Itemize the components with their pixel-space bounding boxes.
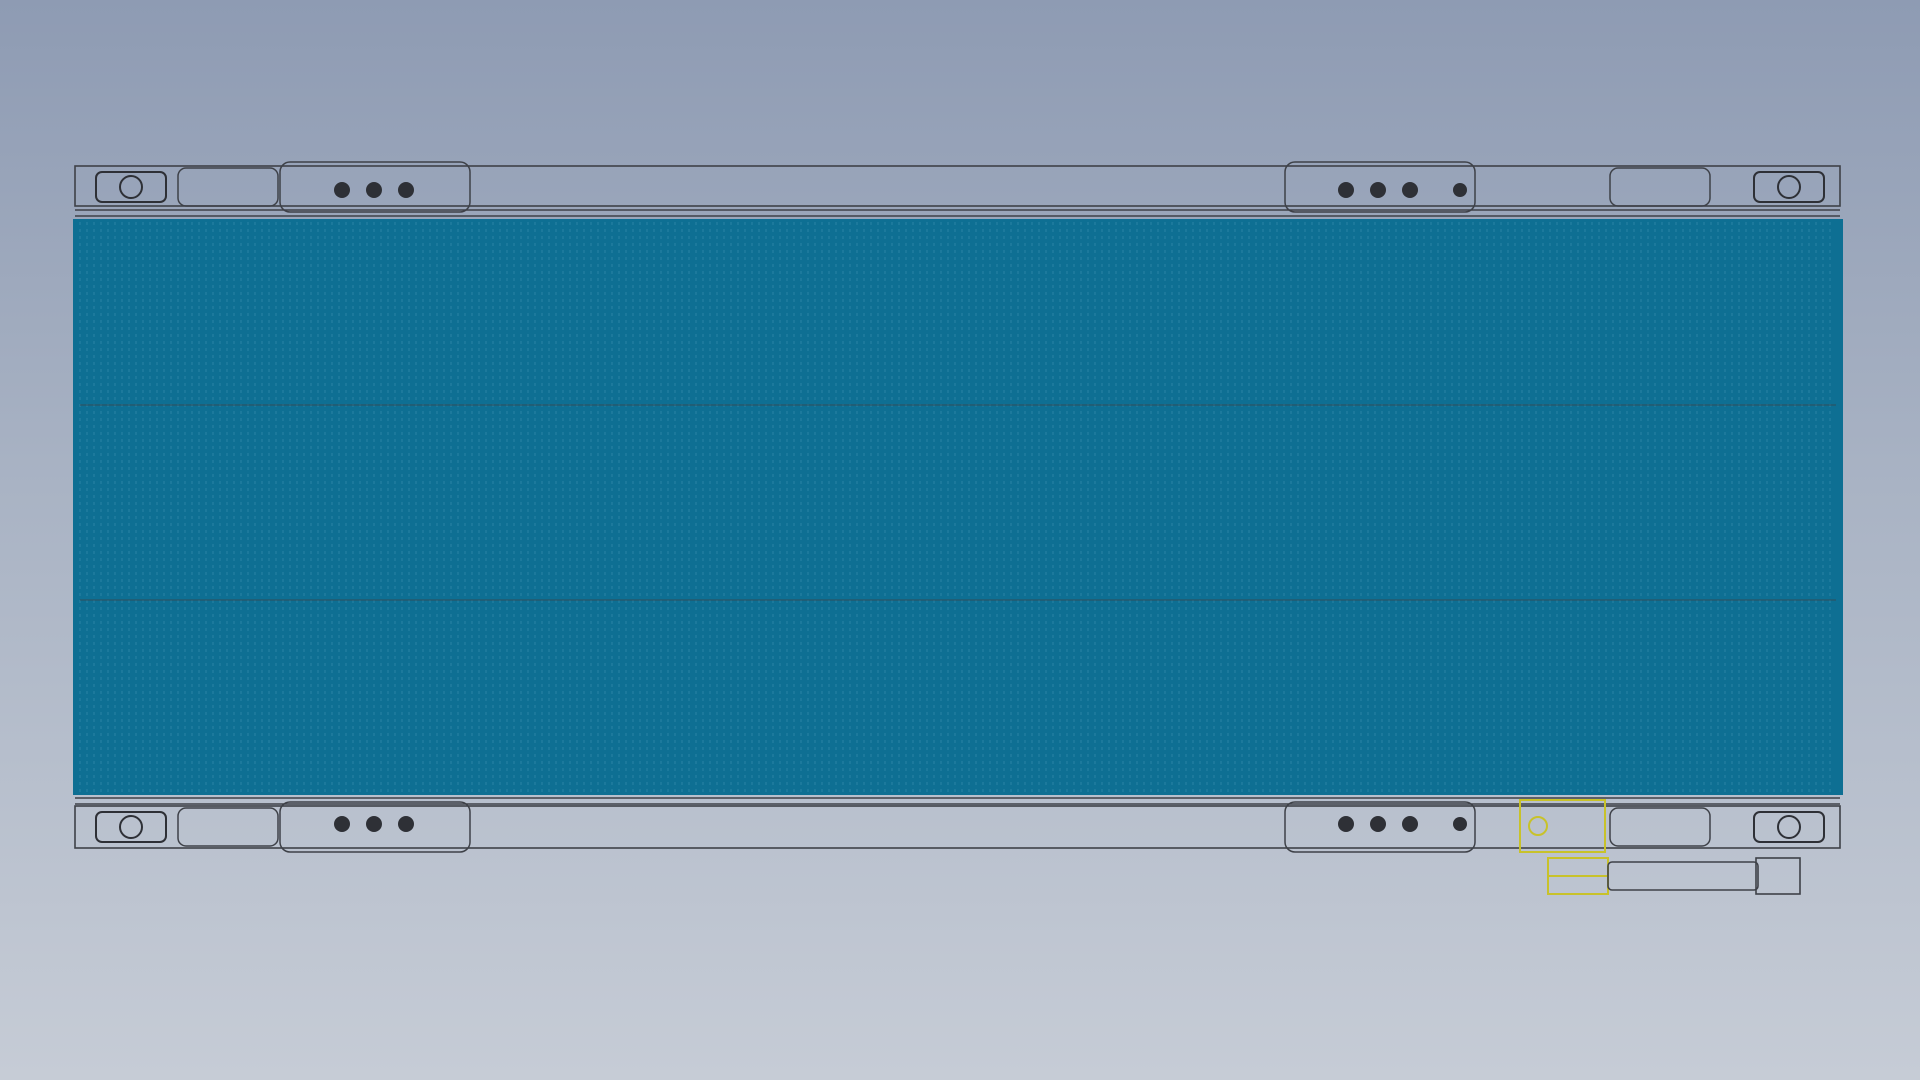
drive-motor[interactable] [1519,799,1609,895]
conveyor-belt[interactable] [73,219,1843,795]
conveyor-drawing [73,161,1843,895]
drive-chain-guard [1607,857,1801,895]
cad-viewport[interactable] [0,0,1920,1080]
